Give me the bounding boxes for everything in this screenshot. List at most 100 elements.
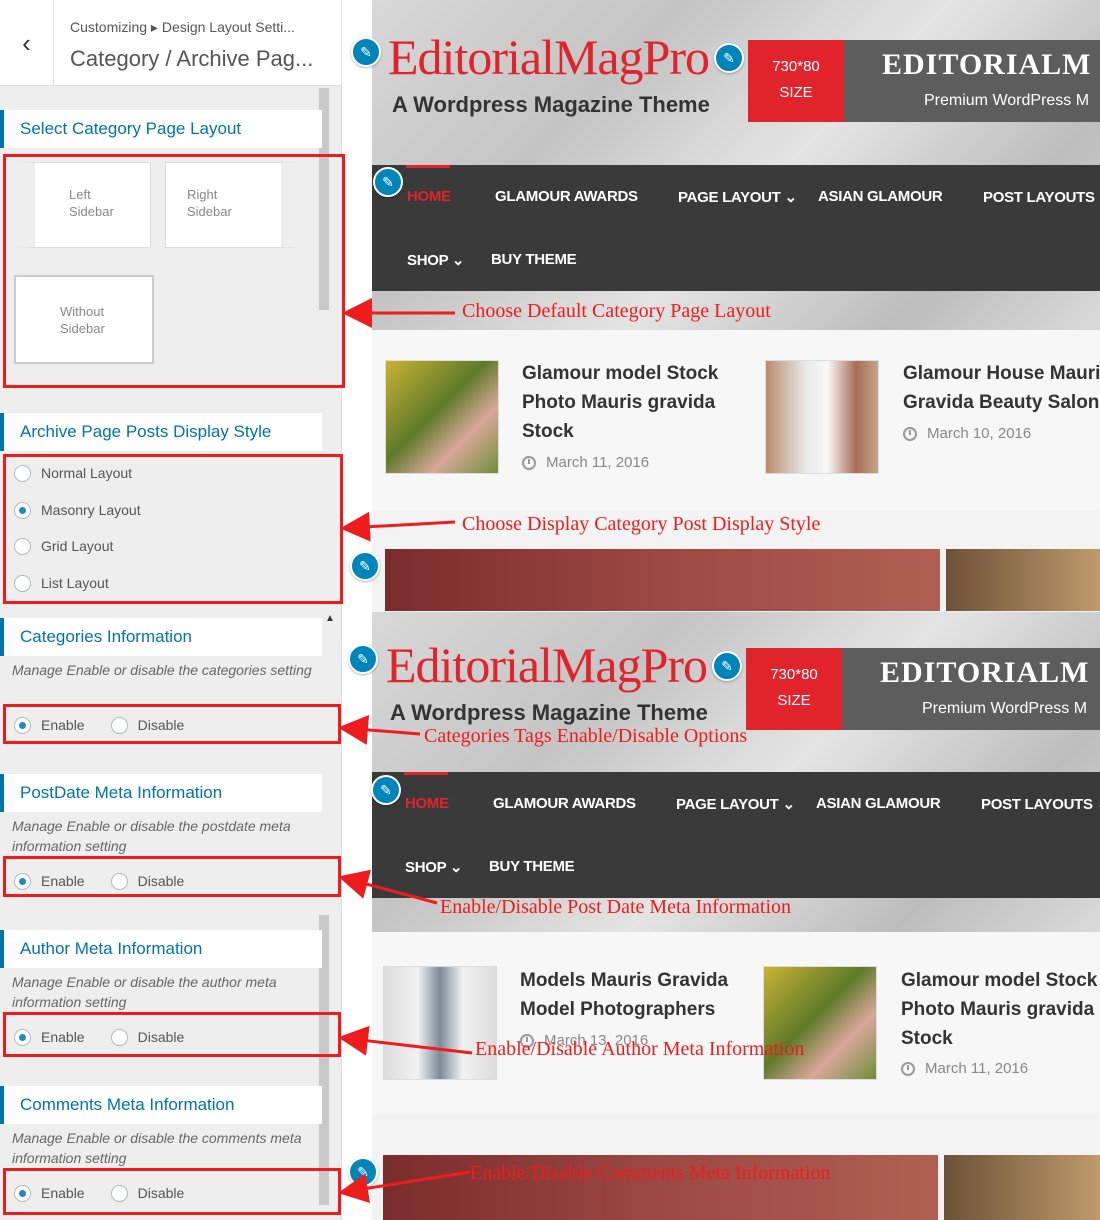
annotation-text-categories: Categories Tags Enable/Disable Options — [424, 725, 748, 747]
nav-label: SHOP — [405, 859, 447, 876]
ad-subtitle: Premium WordPress M — [924, 92, 1090, 109]
post-title[interactable]: Glamour House Mauris Gravida Beauty Salo… — [903, 359, 1100, 417]
section-desc-postdate: Manage Enable or disable the postdate me… — [12, 818, 291, 854]
nav-active-indicator — [404, 772, 448, 775]
nav-page-layout[interactable]: PAGE LAYOUT ⌄ — [678, 188, 797, 206]
section-title-comments: Comments Meta Information — [0, 1086, 322, 1124]
nav-shop[interactable]: SHOP ⌄ — [407, 251, 465, 269]
nav-home[interactable]: HOME — [405, 795, 449, 812]
annotation-text-postdate: Enable/Disable Post Date Meta Informatio… — [440, 896, 792, 918]
ad-size-box: 730*80 SIZE — [748, 40, 844, 122]
section-title-layout: Select Category Page Layout — [0, 110, 322, 148]
clock-icon — [903, 426, 917, 441]
edit-pencil-icon[interactable]: ✎ — [714, 43, 744, 73]
scroll-up-icon[interactable]: ▲ — [325, 613, 335, 624]
site-logo[interactable]: EditorialMagPro — [386, 636, 708, 694]
post-date: March 10, 2016 — [903, 425, 1031, 442]
ad-size-box: 730*80 SIZE — [746, 648, 842, 730]
post-date-text: March 11, 2016 — [546, 454, 650, 471]
ad-size-text: 730*80 — [770, 666, 818, 683]
nav-glamour-awards[interactable]: GLAMOUR AWARDS — [493, 795, 636, 812]
site-logo[interactable]: EditorialMagPro — [388, 28, 710, 86]
panel-header: ‹ Customizing ▸ Design Layout Setti... C… — [0, 0, 341, 86]
nav-post-layouts[interactable]: POST LAYOUTS ⌄ — [983, 188, 1100, 206]
post-date: March 11, 2016 — [522, 454, 649, 471]
edit-pencil-icon[interactable]: ✎ — [348, 644, 378, 674]
breadcrumb: Customizing ▸ Design Layout Setti... — [70, 19, 295, 35]
nav-home[interactable]: HOME — [407, 188, 451, 205]
chevron-down-icon: ⌄ — [449, 859, 463, 876]
nav-post-layouts[interactable]: POST LAYOUTS ⌄ — [981, 795, 1100, 813]
ad-size-text: 730*80 — [772, 58, 820, 75]
back-arrow-icon[interactable]: ‹ — [22, 28, 31, 59]
post-title[interactable]: Glamour model Stock Photo Mauris gravida… — [522, 359, 762, 446]
post-thumbnail[interactable] — [765, 360, 879, 474]
post-title[interactable]: Glamour model Stock Photo Mauris gravida… — [901, 966, 1100, 1053]
main-nav: HOME GLAMOUR AWARDS PAGE LAYOUT ⌄ ASIAN … — [372, 165, 1100, 291]
edit-pencil-icon[interactable]: ✎ — [350, 551, 380, 581]
chevron-down-icon: ⌄ — [782, 796, 795, 813]
featured-banner[interactable] — [385, 549, 940, 611]
site-tagline: A Wordpress Magazine Theme — [392, 92, 710, 117]
main-nav: HOME GLAMOUR AWARDS PAGE LAYOUT ⌄ ASIAN … — [372, 772, 1100, 898]
nav-buy-theme[interactable]: BUY THEME — [489, 858, 575, 875]
nav-asian-glamour[interactable]: ASIAN GLAMOUR — [816, 795, 941, 812]
ad-banner[interactable]: EDITORIALM Premium WordPress M — [842, 648, 1100, 730]
nav-page-layout[interactable]: PAGE LAYOUT ⌄ — [676, 795, 795, 813]
annotation-box-comments — [3, 1168, 341, 1215]
annotation-text-layout: Choose Default Category Page Layout — [462, 300, 771, 322]
section-desc-comments: Manage Enable or disable the comments me… — [12, 1130, 302, 1166]
clock-icon — [522, 455, 536, 470]
annotation-text-comments: Enable/Disable Comments Meta Information — [470, 1162, 831, 1184]
annotation-box-author — [3, 1012, 341, 1057]
post-thumbnail[interactable] — [383, 966, 497, 1080]
chevron-down-icon: ⌄ — [784, 189, 797, 206]
site-preview: EditorialMagPro A Wordpress Magazine The… — [372, 0, 1100, 1220]
site-tagline: A Wordpress Magazine Theme — [390, 700, 708, 725]
annotation-text-display-style: Choose Display Category Post Display Sty… — [462, 513, 821, 535]
back-button[interactable]: ‹ — [0, 0, 54, 86]
nav-glamour-awards[interactable]: GLAMOUR AWARDS — [495, 188, 638, 205]
annotation-box-layout — [3, 154, 345, 388]
section-title-postdate: PostDate Meta Information — [0, 774, 322, 812]
nav-label: PAGE LAYOUT — [676, 796, 779, 813]
post-thumbnail[interactable] — [763, 966, 877, 1080]
section-title-author: Author Meta Information — [0, 930, 322, 968]
edit-pencil-icon[interactable]: ✎ — [348, 1157, 378, 1187]
post-date-text: March 10, 2016 — [927, 425, 1032, 442]
ad-size-label: SIZE — [777, 692, 811, 709]
nav-label: POST LAYOUTS — [983, 189, 1095, 206]
section-desc-author: Manage Enable or disable the author meta… — [12, 974, 277, 1010]
annotation-box-display-style — [3, 454, 343, 604]
panel-title: Category / Archive Pag... — [70, 46, 314, 71]
annotation-box-categories — [3, 704, 341, 744]
post-date: March 11, 2016 — [901, 1060, 1028, 1077]
edit-pencil-icon[interactable]: ✎ — [373, 167, 403, 197]
nav-label: POST LAYOUTS — [981, 796, 1093, 813]
nav-buy-theme[interactable]: BUY THEME — [491, 251, 577, 268]
chevron-down-icon: ⌄ — [1097, 796, 1100, 813]
section-title-display-style: Archive Page Posts Display Style — [0, 413, 322, 451]
featured-banner[interactable] — [944, 1155, 1100, 1220]
ad-subtitle: Premium WordPress M — [922, 700, 1088, 717]
post-date-text: March 11, 2016 — [925, 1060, 1029, 1077]
post-thumbnail[interactable] — [385, 360, 499, 474]
post-title[interactable]: Models Mauris Gravida Model Photographer… — [520, 966, 760, 1024]
nav-shop[interactable]: SHOP ⌄ — [405, 858, 463, 876]
section-title-categories: Categories Information — [0, 618, 322, 656]
clock-icon — [901, 1061, 915, 1076]
nav-asian-glamour[interactable]: ASIAN GLAMOUR — [818, 188, 943, 205]
nav-label: PAGE LAYOUT — [678, 189, 781, 206]
edit-pencil-icon[interactable]: ✎ — [371, 775, 401, 805]
featured-banner[interactable] — [946, 549, 1100, 611]
ad-brand: EDITORIALM — [882, 48, 1092, 81]
nav-active-indicator — [406, 165, 450, 168]
ad-size-label: SIZE — [779, 84, 813, 101]
edit-pencil-icon[interactable]: ✎ — [712, 651, 742, 681]
ad-banner[interactable]: EDITORIALM Premium WordPress M — [844, 40, 1100, 122]
section-desc-categories: Manage Enable or disable the categories … — [12, 662, 312, 678]
chevron-down-icon: ⌄ — [451, 252, 465, 269]
ad-brand: EDITORIALM — [880, 656, 1090, 689]
nav-label: SHOP — [407, 252, 449, 269]
edit-pencil-icon[interactable]: ✎ — [351, 37, 381, 67]
